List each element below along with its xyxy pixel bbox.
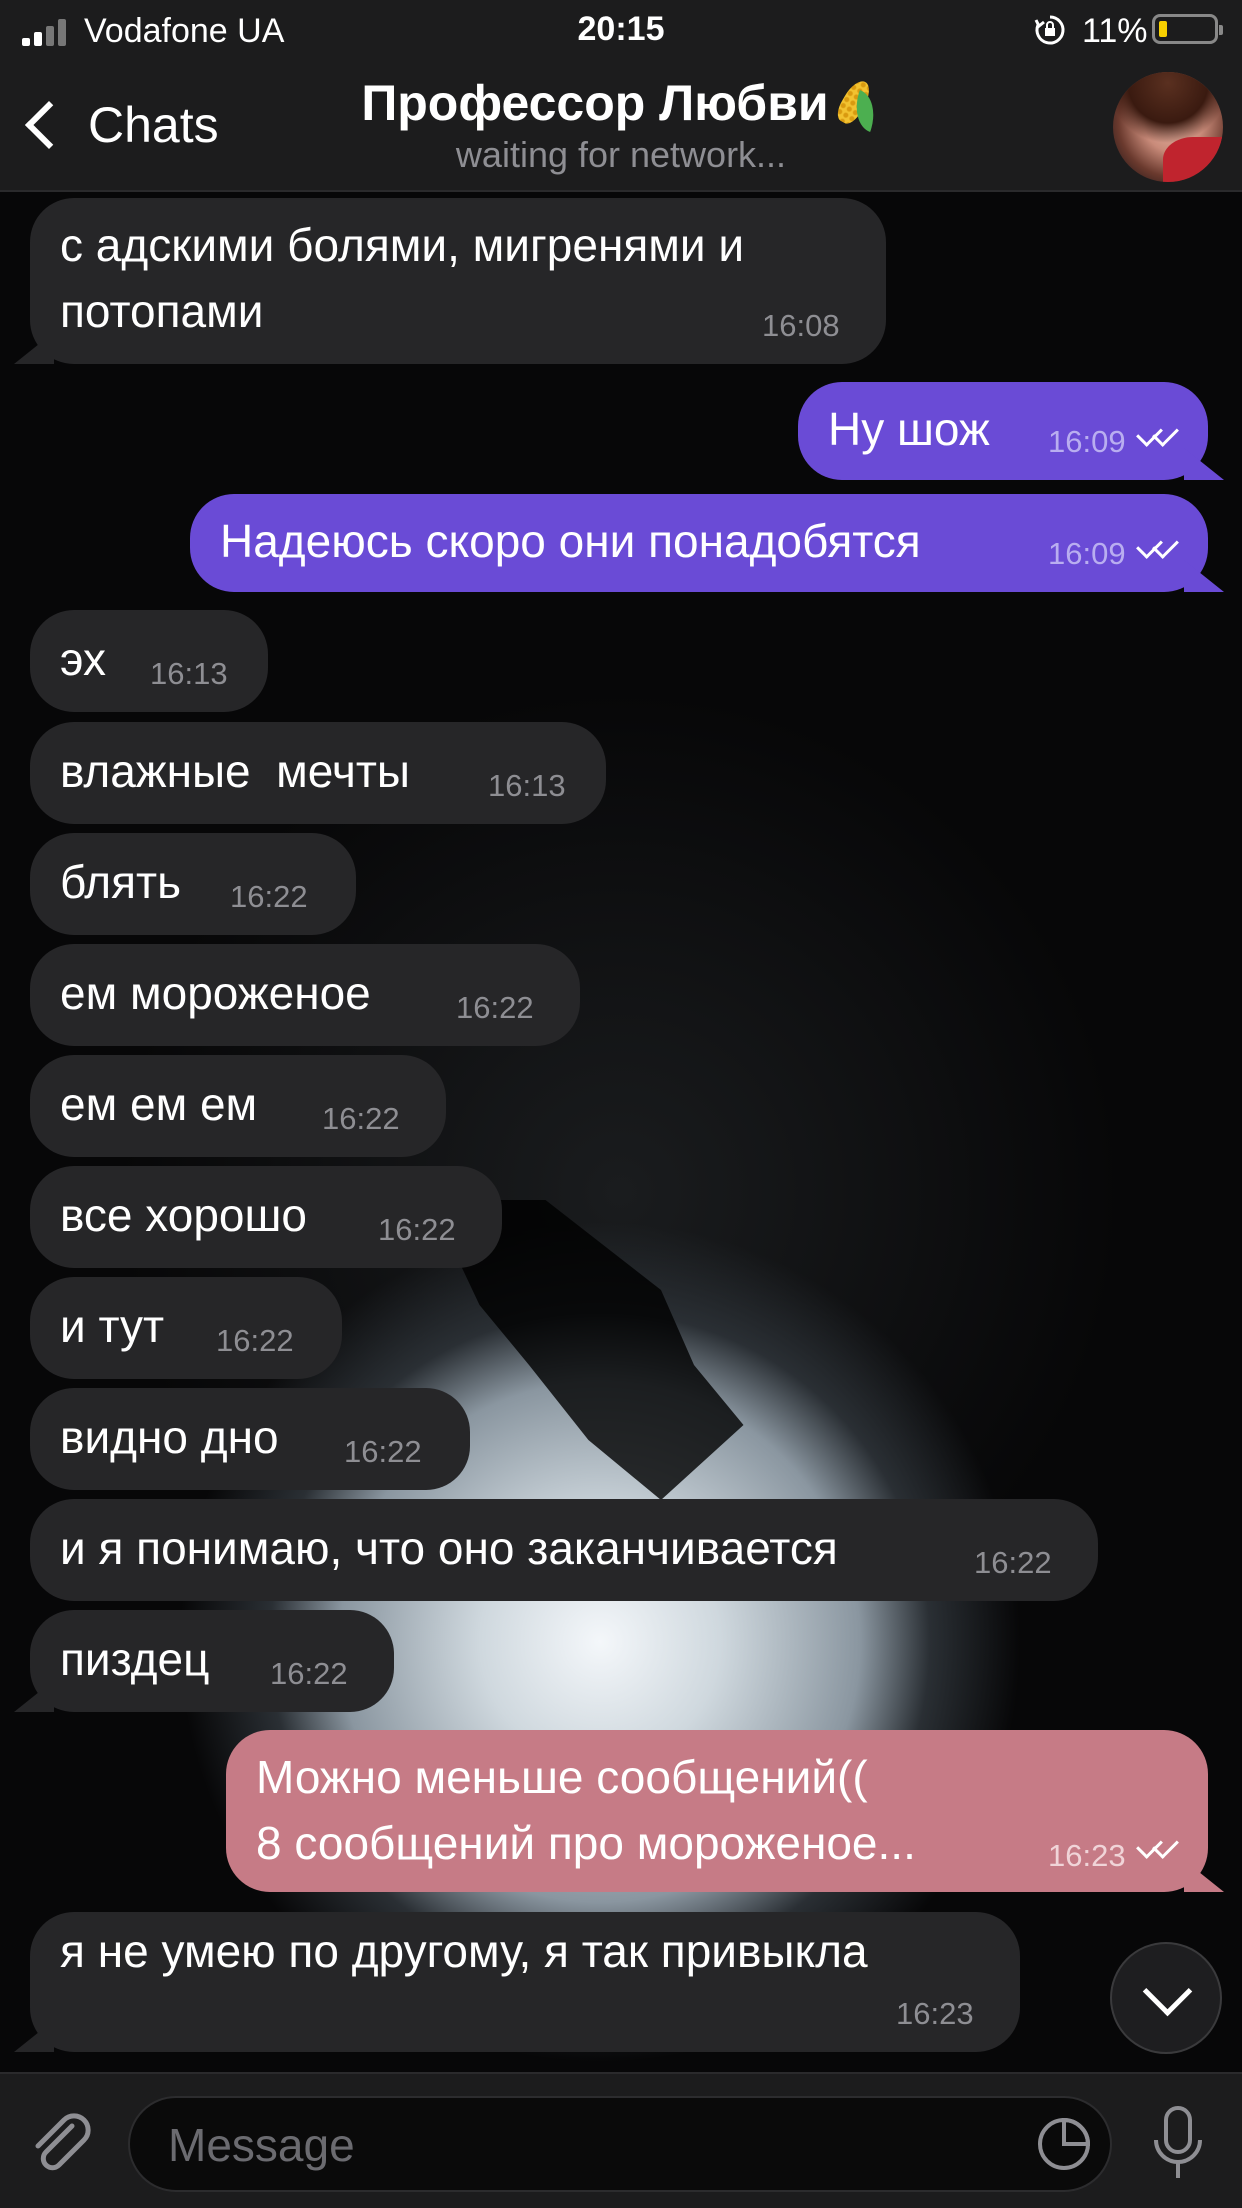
message-text: Ну шож: [828, 403, 990, 455]
mic-icon[interactable]: [1146, 2104, 1210, 2184]
message-text: Надеюсь скоро они понадобятся: [220, 515, 921, 567]
chat-title-area[interactable]: Профессор Любви waiting for network...: [250, 74, 992, 176]
message-text: все хорошо: [60, 1189, 308, 1241]
scroll-down-icon: [1142, 1966, 1193, 2017]
message-field: [128, 2096, 1112, 2192]
message-text: и тут: [60, 1300, 165, 1352]
corn-emoji-icon: [832, 76, 883, 133]
message-bubble-incoming[interactable]: с адскими болями, мигренями и потопами 1…: [14, 198, 886, 364]
message-time: 16:22: [456, 990, 534, 1025]
message-input-bar: [0, 2072, 1242, 2208]
message-bubble-incoming[interactable]: ем ем ем 16:22: [30, 1055, 446, 1157]
message-text: с адскими болями, мигренями и потопами: [60, 219, 745, 337]
battery-icon: [1152, 14, 1223, 44]
message-time: 16:23: [896, 1996, 974, 2031]
message-bubble-outgoing[interactable]: Надеюсь скоро они понадобятся 16:09: [190, 494, 1224, 592]
message-time: 16:22: [378, 1212, 456, 1247]
message-text: ем мороженое: [60, 967, 371, 1019]
chat-title: Профессор Любви: [361, 74, 883, 133]
message-time: 16:13: [150, 656, 228, 691]
message-text: пиздец: [60, 1633, 210, 1685]
message-bubble-incoming[interactable]: влажные мечты 16:13: [30, 722, 606, 824]
message-bubble-incoming[interactable]: я не умею по другому, я так привыкла 16:…: [14, 1912, 1020, 2052]
message-bubble-incoming[interactable]: и тут 16:22: [30, 1277, 342, 1379]
avatar[interactable]: [1113, 72, 1223, 182]
scroll-down-button[interactable]: [1110, 1942, 1222, 2054]
message-text: я не умею по другому, я так привыкла: [60, 1925, 868, 1977]
message-text: и я понимаю, что оно заканчивается: [60, 1522, 838, 1574]
sticker-icon[interactable]: [1034, 2114, 1094, 2174]
message-time: 16:23: [1048, 1838, 1126, 1873]
message-bubble-incoming[interactable]: пиздец 16:22: [14, 1610, 394, 1712]
message-text: видно дно: [60, 1411, 279, 1463]
rotation-lock-icon: [1034, 15, 1065, 45]
message-text: Можно меньше сообщений(( 8 сообщений про…: [256, 1751, 916, 1869]
status-bar: Vodafone UA 20:15 11%: [0, 0, 1242, 62]
back-chevron-icon: [24, 100, 74, 150]
message-bubble-incoming[interactable]: и я понимаю, что оно заканчивается 16:22: [30, 1499, 1098, 1601]
read-ticks-icon: [1138, 534, 1182, 558]
attach-icon[interactable]: [26, 2108, 96, 2178]
message-bubble-incoming[interactable]: ем мороженое 16:22: [30, 944, 580, 1046]
message-bubble-incoming[interactable]: эх 16:13: [30, 610, 268, 712]
message-text: эх: [60, 633, 106, 685]
chat-title-text: Профессор Любви: [361, 75, 829, 131]
message-bubble-incoming[interactable]: видно дно 16:22: [30, 1388, 470, 1490]
message-time: 16:08: [762, 308, 840, 343]
chat-header: Chats Профессор Любви waiting for networ…: [0, 62, 1242, 192]
message-time: 16:22: [974, 1545, 1052, 1580]
message-time: 16:22: [344, 1434, 422, 1469]
message-input[interactable]: [166, 2110, 990, 2180]
message-text: ем ем ем: [60, 1078, 258, 1130]
message-bubble-incoming[interactable]: все хорошо 16:22: [30, 1166, 502, 1268]
message-text: влажные мечты: [60, 745, 410, 797]
battery-percent: 11%: [1082, 12, 1148, 50]
back-button[interactable]: Chats: [18, 90, 219, 160]
message-time: 16:22: [322, 1101, 400, 1136]
back-label: Chats: [88, 97, 219, 153]
message-bubble-incoming[interactable]: блять 16:22: [30, 833, 356, 935]
read-ticks-icon: [1138, 1834, 1182, 1858]
message-bubble-outgoing[interactable]: Ну шож 16:09: [798, 382, 1224, 480]
read-ticks-icon: [1138, 422, 1182, 446]
message-time: 16:22: [216, 1323, 294, 1358]
message-time: 16:09: [1048, 424, 1126, 459]
message-time: 16:09: [1048, 536, 1126, 571]
message-text: блять: [60, 856, 182, 908]
message-time: 16:22: [230, 879, 308, 914]
message-time: 16:22: [270, 1656, 348, 1691]
message-bubble-outgoing[interactable]: Можно меньше сообщений(( 8 сообщений про…: [226, 1730, 1224, 1892]
connection-status: waiting for network...: [455, 134, 787, 175]
message-time: 16:13: [488, 768, 566, 803]
